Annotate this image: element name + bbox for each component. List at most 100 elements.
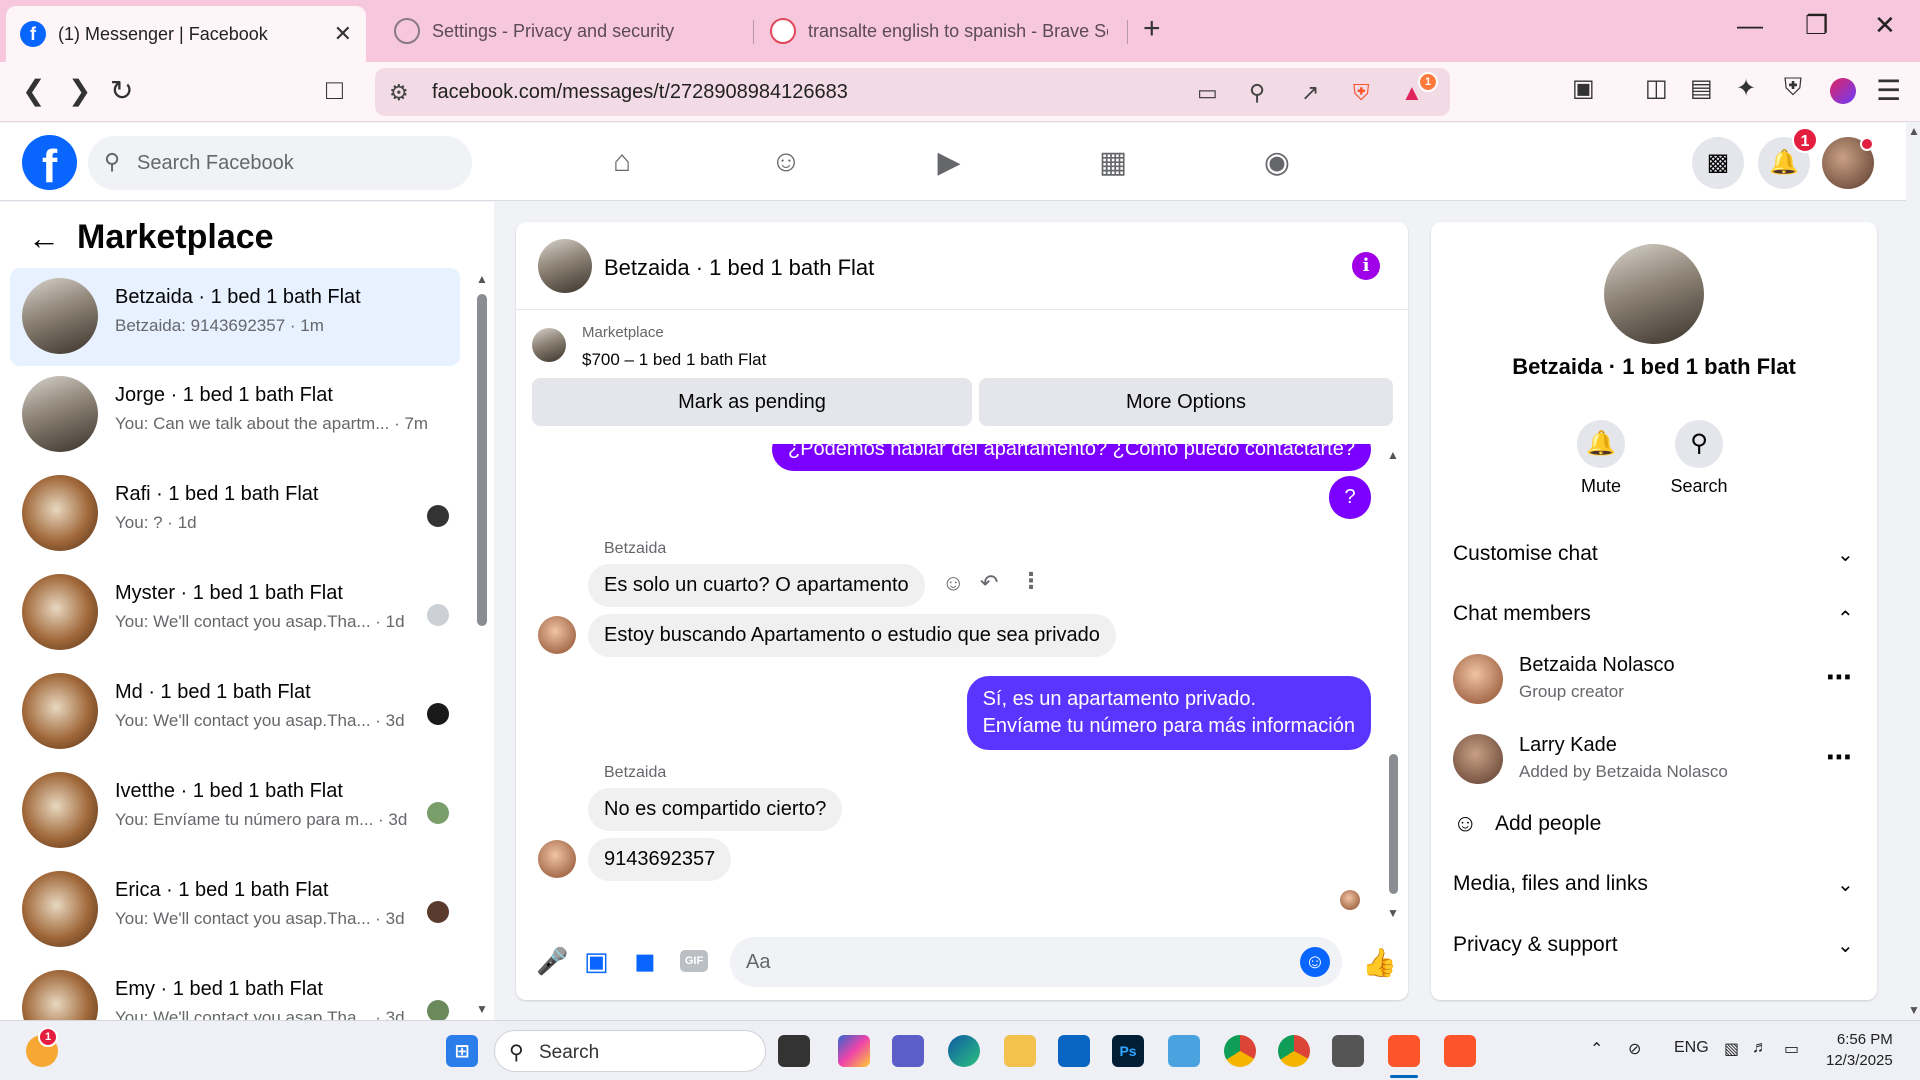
wallet-icon[interactable]: ▤ xyxy=(1690,74,1713,103)
sidebar-toggle-icon[interactable]: ◫ xyxy=(1645,74,1668,103)
member-name[interactable]: Larry Kade xyxy=(1519,734,1617,757)
file-explorer-icon[interactable] xyxy=(1004,1035,1036,1067)
chevron-down-icon[interactable]: ⌄ xyxy=(1837,872,1854,897)
address-bar[interactable]: ⚙ facebook.com/messages/t/27289089841266… xyxy=(375,68,1450,116)
show-hidden-icons-icon[interactable]: ⌃ xyxy=(1590,1039,1603,1059)
bookmark-icon[interactable]: □ xyxy=(326,74,343,106)
member-options-icon[interactable]: ⋯ xyxy=(1826,742,1853,773)
tab-messenger[interactable]: f (1) Messenger | Facebook ✕ xyxy=(6,6,366,62)
conversation-item[interactable]: Myster · 1 bed 1 bath Flat You: We'll co… xyxy=(10,564,460,662)
reload-icon[interactable]: ↻ xyxy=(110,74,133,107)
sidebar-scroll-down-icon[interactable]: ▼ xyxy=(476,1002,488,1016)
volume-icon[interactable]: ♬ xyxy=(1752,1039,1768,1057)
chat-title[interactable]: Betzaida · 1 bed 1 bath Flat xyxy=(604,255,874,281)
conversation-item[interactable]: Emy · 1 bed 1 bath Flat You: We'll conta… xyxy=(10,960,460,1020)
menu-icon[interactable]: ☰ xyxy=(1876,74,1901,107)
listing-thumbnail[interactable] xyxy=(532,328,566,362)
incoming-message[interactable]: No es compartido cierto? xyxy=(588,788,843,831)
chat-members-section[interactable]: Chat members xyxy=(1453,602,1591,626)
minimize-icon[interactable]: — xyxy=(1737,10,1763,41)
incoming-message[interactable]: 9143692357 xyxy=(588,838,732,881)
photoshop-icon[interactable]: Ps xyxy=(1112,1035,1144,1067)
attach-photo-icon[interactable]: ▣ xyxy=(584,946,609,977)
media-files-links-section[interactable]: Media, files and links xyxy=(1453,872,1648,896)
window-close-icon[interactable]: ✕ xyxy=(1874,10,1896,41)
app-icon[interactable] xyxy=(1332,1035,1364,1067)
conversation-item[interactable]: Md · 1 bed 1 bath Flat You: We'll contac… xyxy=(10,663,460,761)
conversation-item[interactable]: Jorge · 1 bed 1 bath Flat You: Can we ta… xyxy=(10,366,460,464)
language-indicator[interactable]: ENG xyxy=(1674,1039,1709,1057)
facebook-search-input[interactable]: ⚲ Search Facebook xyxy=(88,136,472,190)
tab-settings[interactable]: Settings - Privacy and security xyxy=(380,6,750,56)
sidebar-scrollbar[interactable] xyxy=(477,294,487,626)
vpn-icon[interactable]: ⛨ xyxy=(1784,74,1802,102)
more-actions-icon[interactable]: ⋮ xyxy=(1020,568,1042,594)
system-clock[interactable]: 6:56 PM 12/3/2025 xyxy=(1826,1029,1893,1071)
task-view-icon[interactable] xyxy=(778,1035,810,1067)
conversation-avatar[interactable] xyxy=(1604,244,1704,344)
friends-icon[interactable]: ☺ xyxy=(766,145,806,185)
add-person-icon[interactable]: ☺ xyxy=(1453,810,1478,838)
sticker-icon[interactable]: ◼ xyxy=(634,946,656,977)
facebook-logo-icon[interactable]: f xyxy=(22,135,77,192)
sender-avatar[interactable] xyxy=(538,840,576,878)
react-emoji-icon[interactable]: ☺ xyxy=(942,570,964,596)
taskbar-search-input[interactable]: ⚲ Search xyxy=(494,1030,766,1072)
chevron-down-icon[interactable]: ⌄ xyxy=(1837,933,1854,958)
brave-browser-icon[interactable] xyxy=(1388,1035,1420,1067)
marketplace-icon[interactable]: ▦ xyxy=(1093,145,1133,185)
outgoing-message[interactable]: Sí, es un apartamento privado. Envíame t… xyxy=(966,676,1371,750)
chat-scrollbar[interactable] xyxy=(1389,754,1398,894)
incoming-message[interactable]: Estoy buscando Apartamento o estudio que… xyxy=(588,614,1116,657)
conversation-item[interactable]: Erica · 1 bed 1 bath Flat You: We'll con… xyxy=(10,861,460,959)
add-people-button[interactable]: Add people xyxy=(1495,812,1601,836)
battery-icon[interactable]: ▭ xyxy=(1784,1039,1799,1059)
gif-icon[interactable]: GIF xyxy=(680,950,708,972)
chat-scroll-up-icon[interactable]: ▲ xyxy=(1387,448,1399,462)
member-name[interactable]: Betzaida Nolasco xyxy=(1519,654,1675,677)
outgoing-message[interactable]: ¿Podemos hablar del apartamento? ¿Cómo p… xyxy=(771,444,1371,471)
chevron-up-icon[interactable]: ⌃ xyxy=(1837,606,1854,631)
sender-avatar[interactable] xyxy=(538,616,576,654)
home-icon[interactable]: ⌂ xyxy=(602,145,642,185)
network-icon[interactable]: ▧ xyxy=(1724,1039,1739,1059)
customise-chat-section[interactable]: Customise chat xyxy=(1453,542,1598,566)
search-icon[interactable]: ⚲ xyxy=(1675,420,1723,468)
emoji-icon[interactable]: ☺ xyxy=(1300,947,1330,977)
profile-icon[interactable] xyxy=(1830,78,1856,104)
voice-clip-icon[interactable]: 🎤 xyxy=(536,946,568,977)
video-icon[interactable]: ▶ xyxy=(929,145,969,185)
chat-avatar[interactable] xyxy=(538,239,592,293)
groups-icon[interactable]: ◉ xyxy=(1257,145,1297,185)
back-icon[interactable]: ❮ xyxy=(22,74,45,107)
chrome-profile-icon[interactable] xyxy=(1278,1035,1310,1067)
share-icon[interactable]: ↗ xyxy=(1301,80,1319,106)
teams-icon[interactable] xyxy=(892,1035,924,1067)
page-scroll-down-icon[interactable]: ▼ xyxy=(1908,1003,1920,1017)
outgoing-message[interactable]: ? xyxy=(1329,476,1371,519)
chrome-icon[interactable] xyxy=(1224,1035,1256,1067)
edge-icon[interactable] xyxy=(948,1035,980,1067)
info-icon[interactable]: i xyxy=(1352,252,1380,280)
conversation-item[interactable]: Betzaida · 1 bed 1 bath Flat Betzaida: 9… xyxy=(10,268,460,366)
conversation-item[interactable]: Rafi · 1 bed 1 bath Flat You: ? · 1d xyxy=(10,465,460,563)
member-avatar[interactable] xyxy=(1453,734,1503,784)
chat-scroll-down-icon[interactable]: ▼ xyxy=(1387,906,1399,920)
incoming-message[interactable]: Es solo un cuarto? O apartamento xyxy=(588,564,925,607)
site-settings-icon[interactable]: ⚙ xyxy=(389,80,409,106)
start-menu-icon[interactable]: ⊞ xyxy=(446,1035,478,1067)
apps-menu-icon[interactable]: ▩ xyxy=(1692,137,1744,189)
mute-icon[interactable]: 🔔 xyxy=(1577,420,1625,468)
message-input[interactable]: Aa ☺ xyxy=(730,937,1342,987)
close-tab-icon[interactable]: ✕ xyxy=(334,21,352,47)
thumbs-up-icon[interactable]: 👍 xyxy=(1362,946,1397,979)
chevron-down-icon[interactable]: ⌄ xyxy=(1837,542,1854,567)
new-tab-button[interactable]: + xyxy=(1143,12,1161,46)
app-icon[interactable] xyxy=(1168,1035,1200,1067)
copilot-icon[interactable] xyxy=(838,1035,870,1067)
member-avatar[interactable] xyxy=(1453,654,1503,704)
reply-icon[interactable]: ↶ xyxy=(980,570,998,596)
page-scroll-up-icon[interactable]: ▲ xyxy=(1908,124,1920,138)
zoom-icon[interactable]: ⚲ xyxy=(1249,80,1265,106)
reader-mode-icon[interactable]: ▣ xyxy=(1572,74,1595,103)
